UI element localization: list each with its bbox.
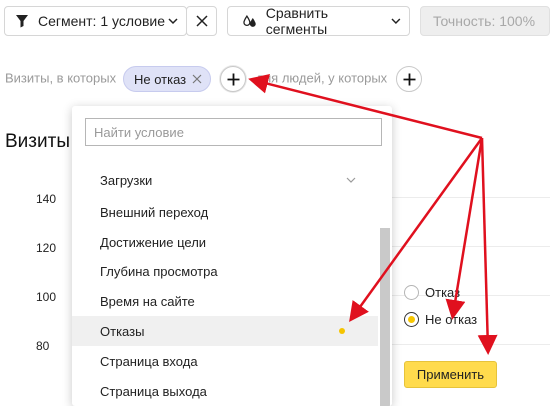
menu-item-label: Внешний переход	[100, 204, 209, 220]
chevron-down-icon	[346, 177, 356, 183]
segment-button-label: Сегмент: 1 условие	[38, 13, 166, 29]
menu-item-bounces[interactable]: Отказы	[72, 316, 378, 346]
radio-option-not-bounce[interactable]: Не отказ	[404, 312, 477, 327]
compare-segments-button[interactable]: Сравнить сегменты	[227, 5, 410, 37]
plus-icon	[403, 73, 415, 85]
radio-option-bounce[interactable]: Отказ	[404, 285, 460, 300]
visits-where-label: Визиты, в которых	[5, 70, 117, 86]
menu-item-goal-reached[interactable]: Достижение цели	[72, 227, 378, 257]
accuracy-button-label: Точность: 100%	[433, 13, 536, 29]
drops-icon	[243, 14, 256, 27]
menu-item-time-on-site[interactable]: Время на сайте	[72, 286, 378, 316]
menu-item-external-referral[interactable]: Внешний переход	[72, 197, 378, 227]
radio-label: Отказ	[425, 285, 461, 300]
segment-dropdown-button[interactable]: Сегмент: 1 условие	[4, 6, 187, 36]
chart-title: Визиты	[5, 131, 70, 152]
menu-item-label: Страница выхода	[100, 383, 207, 399]
menu-item-label: Страница входа	[100, 353, 198, 369]
menu-item-downloads[interactable]: Загрузки	[72, 165, 378, 195]
compare-button-label: Сравнить сегменты	[265, 5, 329, 37]
people-who-label: для людей, у которых	[256, 70, 388, 86]
add-visit-condition-button[interactable]	[220, 66, 246, 92]
menu-item-label: Отказы	[100, 323, 145, 339]
close-icon	[195, 15, 208, 27]
accuracy-button[interactable]: Точность: 100%	[420, 6, 550, 36]
remove-chip-icon[interactable]	[192, 74, 202, 84]
radio-button-checked[interactable]	[404, 312, 419, 327]
condition-search-input[interactable]	[85, 118, 382, 146]
menu-item-entry-page[interactable]: Страница входа	[72, 346, 378, 376]
menu-item-page-depth[interactable]: Глубина просмотра	[72, 256, 378, 286]
condition-chip[interactable]: Не отказ	[123, 66, 211, 92]
radio-button[interactable]	[404, 285, 419, 300]
plus-icon	[227, 73, 239, 85]
y-axis-tick: 80	[36, 339, 50, 353]
condition-chip-label: Не отказ	[134, 71, 187, 87]
filter-icon	[16, 15, 28, 28]
menu-item-label: Загрузки	[100, 172, 153, 188]
radio-label: Не отказ	[425, 312, 478, 327]
scrollbar-thumb[interactable]	[380, 228, 390, 406]
y-axis-tick: 100	[36, 290, 57, 304]
condition-dropdown: Загрузки Внешний переход Достижение цели…	[72, 106, 392, 406]
clear-segment-button[interactable]	[186, 6, 217, 36]
menu-item-label: Глубина просмотра	[100, 263, 218, 279]
y-axis-tick: 140	[36, 192, 57, 206]
menu-item-label: Достижение цели	[100, 234, 207, 250]
chevron-down-icon	[391, 18, 401, 25]
selected-indicator-dot	[339, 328, 345, 334]
menu-item-label: Время на сайте	[100, 293, 195, 309]
add-people-condition-button[interactable]	[396, 66, 422, 92]
y-axis-tick: 120	[36, 241, 57, 255]
chevron-down-icon	[168, 18, 178, 25]
apply-button[interactable]: Применить	[404, 361, 497, 388]
menu-item-exit-page[interactable]: Страница выхода	[72, 376, 378, 406]
